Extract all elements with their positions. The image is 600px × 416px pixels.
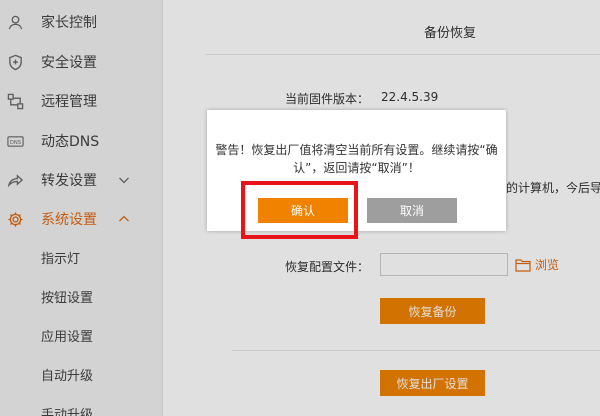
cancel-button[interactable]: 取消: [367, 198, 457, 223]
dialog-message: 警告！恢复出厂值将清空当前所有设置。继续请按“确认”，返回请按“取消”！: [215, 143, 498, 175]
highlight-box: [241, 181, 358, 239]
